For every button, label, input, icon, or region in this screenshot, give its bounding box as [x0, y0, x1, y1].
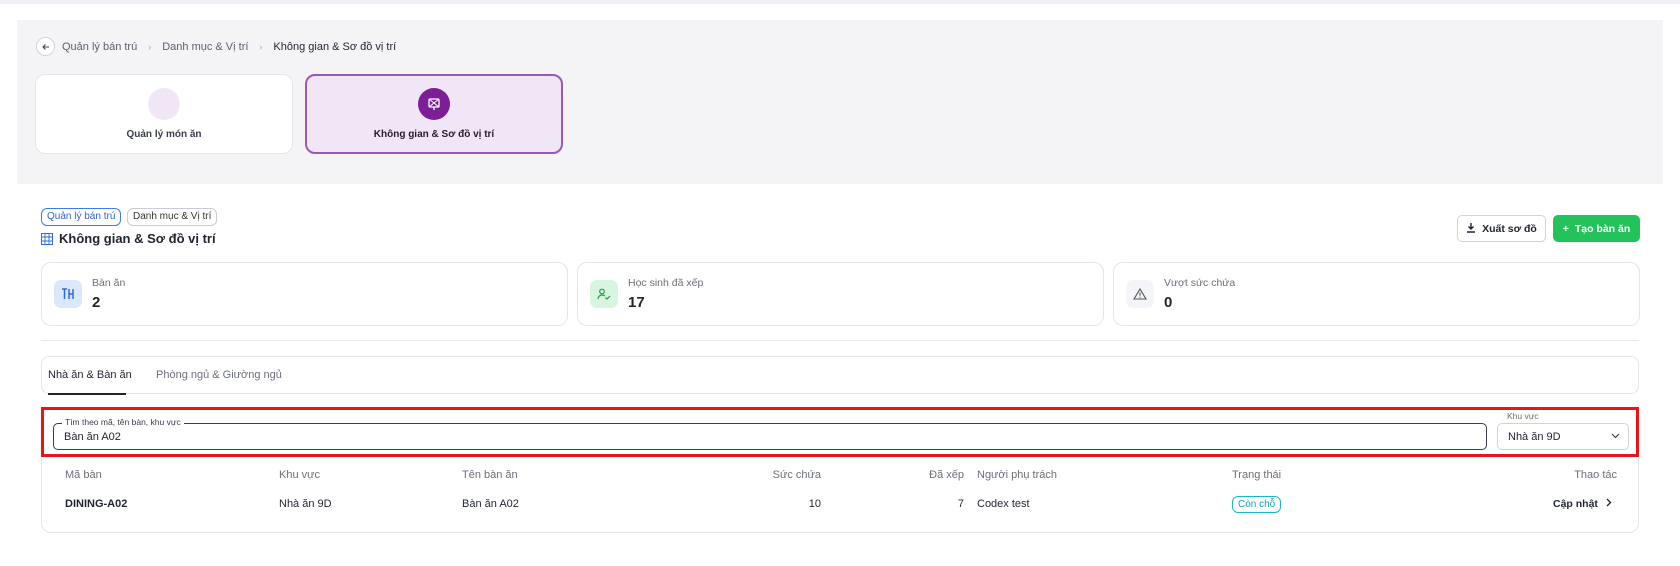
chevron-down-icon	[1611, 431, 1620, 441]
page-title: Không gian & Sơ đồ vị trí	[41, 231, 216, 246]
back-button[interactable]	[36, 37, 55, 56]
stat-label: Học sinh đã xếp	[628, 277, 704, 289]
chip-boarding[interactable]: Quản lý bán trú	[41, 208, 122, 226]
cell-code: DINING-A02	[65, 498, 128, 510]
breadcrumb-item-catalog[interactable]: Danh mục & Vị trí	[162, 41, 248, 53]
export-map-label: Xuất sơ đồ	[1482, 222, 1537, 235]
col-header-manager: Người phụ trách	[977, 469, 1058, 481]
stat-value: 17	[628, 294, 645, 311]
search-value: Bàn ăn A02	[64, 431, 121, 443]
col-header-assigned: Đã xếp	[929, 469, 964, 481]
col-header-status: Trạng thái	[1232, 469, 1282, 481]
status-badge: Còn chỗ	[1232, 496, 1282, 513]
filter-bar: Tìm theo mã, tên bàn, khu vực Bàn ăn A02…	[41, 407, 1639, 457]
page-title-text: Không gian & Sơ đồ vị trí	[59, 231, 216, 246]
plus-icon: +	[1562, 222, 1569, 235]
stat-label: Bàn ăn	[92, 277, 126, 289]
grid-icon	[41, 232, 53, 245]
active-tab-indicator	[48, 393, 126, 395]
create-table-button[interactable]: + Tạo bàn ăn	[1553, 215, 1640, 242]
stat-value: 0	[1164, 294, 1173, 311]
col-header-name: Tên bàn ăn	[462, 469, 518, 481]
tab-dormitories[interactable]: Phòng ngủ & Giường ngủ	[156, 369, 282, 381]
breadcrumb-item-boarding[interactable]: Quản lý bán trú	[62, 41, 137, 53]
cell-manager: Codex test	[977, 498, 1030, 510]
chevron-right-icon: ›	[148, 41, 152, 52]
warning-icon	[1126, 280, 1154, 308]
export-map-button[interactable]: Xuất sơ đồ	[1457, 215, 1546, 242]
area-select-label: Khu vực	[1507, 411, 1539, 421]
cell-area: Nhà ăn 9D	[279, 498, 332, 510]
tab-bar: Nhà ăn & Bàn ăn Phòng ngủ & Giường ngủ	[41, 356, 1639, 395]
area-select[interactable]: Nhà ăn 9D	[1497, 423, 1629, 450]
cell-assigned: 7	[957, 498, 964, 510]
stat-label: Vượt sức chứa	[1164, 277, 1236, 289]
col-header-code: Mã bàn	[65, 469, 102, 481]
stat-card-over-capacity: Vượt sức chứa 0	[1113, 262, 1640, 326]
update-button[interactable]: Cập nhật	[1553, 498, 1612, 510]
module-label: Không gian & Sơ đồ vị trí	[373, 129, 495, 140]
table-icon	[54, 280, 82, 308]
stat-value: 2	[92, 294, 101, 311]
module-card-space-map[interactable]: Không gian & Sơ đồ vị trí	[305, 74, 563, 154]
module-card-dishes[interactable]: Quản lý món ăn	[35, 74, 293, 154]
section-divider	[41, 340, 1639, 341]
col-header-actions: Thao tác	[1574, 469, 1617, 481]
arrow-left-icon	[41, 43, 49, 50]
search-label: Tìm theo mã, tên bàn, khu vực	[62, 417, 184, 427]
col-header-capacity: Sức chứa	[772, 469, 821, 481]
map-location-icon	[418, 88, 450, 120]
stat-card-students-assigned: Học sinh đã xếp 17	[577, 262, 1104, 326]
cell-name: Bàn ăn A02	[462, 498, 519, 510]
student-check-icon	[590, 280, 618, 308]
col-header-area: Khu vực	[279, 469, 320, 481]
chip-catalog[interactable]: Danh mục & Vị trí	[127, 208, 218, 226]
stat-card-tables: Bàn ăn 2	[41, 262, 568, 326]
search-input[interactable]: Tìm theo mã, tên bàn, khu vực Bàn ăn A02	[53, 417, 1487, 450]
dish-icon	[148, 88, 180, 120]
chevron-right-icon: ›	[259, 41, 263, 52]
top-bar	[0, 0, 1680, 4]
tables-table: Mã bàn Khu vực Tên bàn ăn Sức chứa Đã xế…	[41, 458, 1639, 533]
tab-dining-halls[interactable]: Nhà ăn & Bàn ăn	[48, 369, 132, 381]
update-label: Cập nhật	[1553, 498, 1598, 510]
download-icon	[1466, 222, 1476, 236]
create-table-label: Tạo bàn ăn	[1574, 222, 1631, 235]
breadcrumb: Quản lý bán trú › Danh mục & Vị trí › Kh…	[36, 37, 396, 56]
area-select-value: Nhà ăn 9D	[1508, 431, 1561, 443]
breadcrumb-item-current: Không gian & Sơ đồ vị trí	[273, 40, 397, 53]
cell-capacity: 10	[808, 498, 821, 510]
chevron-right-icon	[1606, 498, 1612, 510]
module-label: Quản lý món ăn	[126, 129, 202, 140]
module-panel: Quản lý bán trú › Danh mục & Vị trí › Kh…	[17, 20, 1663, 184]
